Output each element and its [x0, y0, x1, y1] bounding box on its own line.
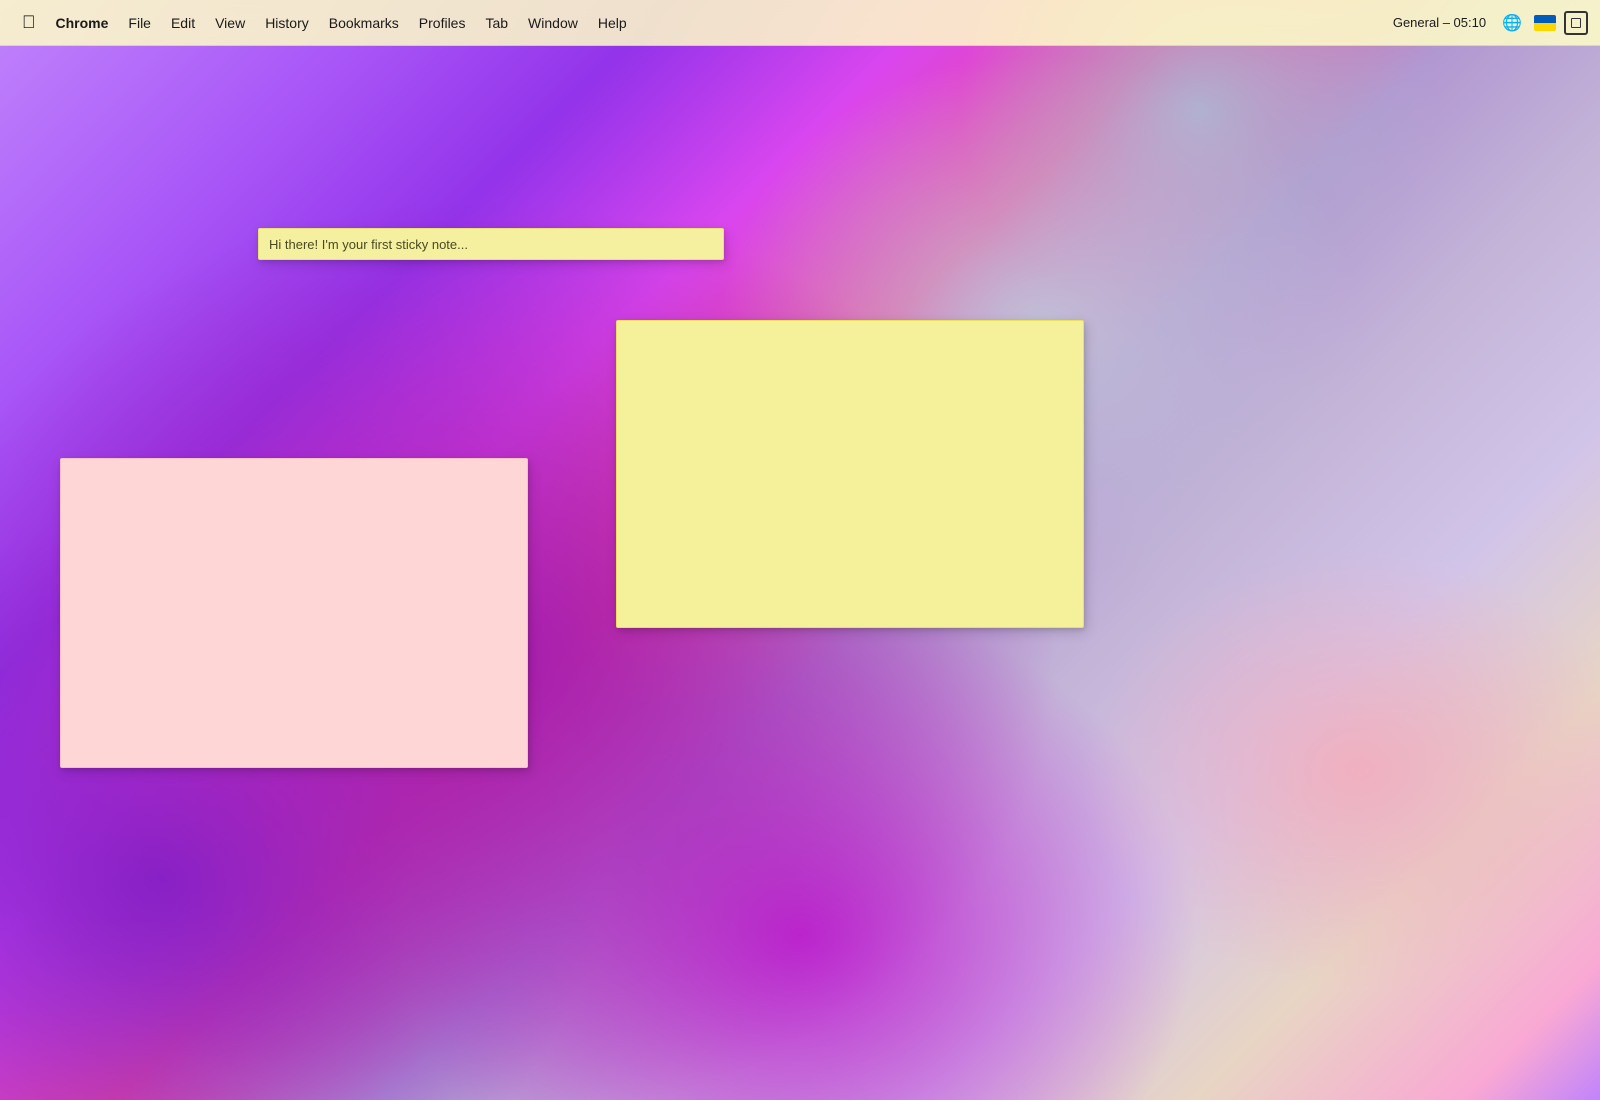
- globe-icon[interactable]: 🌐: [1498, 11, 1526, 35]
- sticky-note-yellow[interactable]: [616, 320, 1084, 628]
- menu-profiles[interactable]: Profiles: [409, 11, 476, 35]
- apple-menu[interactable]: : [12, 8, 46, 37]
- menubar-right: General – 05:10 🌐: [1389, 11, 1588, 35]
- menu-edit[interactable]: Edit: [161, 11, 205, 35]
- ukraine-flag-icon[interactable]: [1534, 15, 1556, 31]
- menu-chrome[interactable]: Chrome: [46, 11, 119, 35]
- menu-view[interactable]: View: [205, 11, 255, 35]
- sticky-note-pink[interactable]: [60, 458, 528, 768]
- menubar:  Chrome File Edit View History Bookmark…: [0, 0, 1600, 46]
- time-label: General – 05:10: [1389, 15, 1490, 30]
- menu-window[interactable]: Window: [518, 11, 588, 35]
- sticky-note-small-text: Hi there! I'm your first sticky note...: [269, 237, 468, 252]
- menu-file[interactable]: File: [118, 11, 161, 35]
- menu-history[interactable]: History: [255, 11, 319, 35]
- screen-capture-icon[interactable]: [1564, 11, 1588, 35]
- menu-bookmarks[interactable]: Bookmarks: [319, 11, 409, 35]
- sticky-note-small[interactable]: Hi there! I'm your first sticky note...: [258, 228, 724, 260]
- menu-help[interactable]: Help: [588, 11, 637, 35]
- menu-tab[interactable]: Tab: [475, 11, 518, 35]
